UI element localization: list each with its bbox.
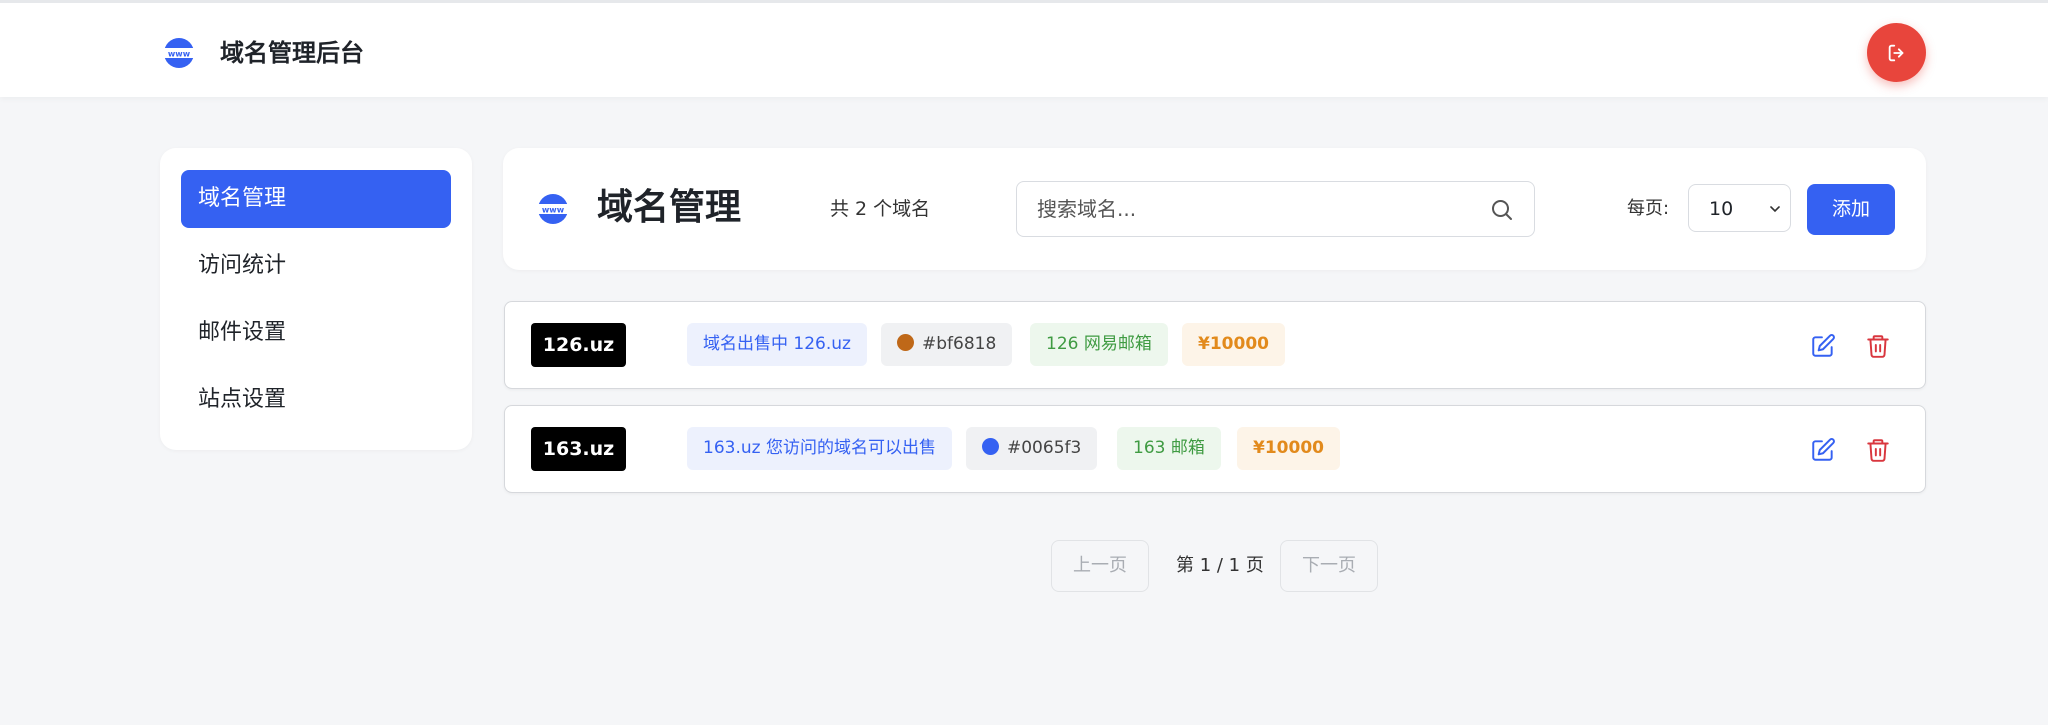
domain-price-tag: ¥10000 bbox=[1237, 427, 1340, 470]
svg-text:www: www bbox=[168, 50, 191, 59]
app-title: 域名管理后台 bbox=[220, 39, 364, 67]
logout-button[interactable] bbox=[1867, 23, 1926, 82]
domain-description-tag: 163.uz 您访问的域名可以出售 bbox=[687, 427, 952, 470]
www-globe-icon: www bbox=[537, 194, 569, 224]
domain-logo-name: 163 bbox=[542, 438, 583, 460]
sidebar-item-site-settings[interactable]: 站点设置 bbox=[181, 371, 451, 429]
next-page-button[interactable]: 下一页 bbox=[1280, 540, 1378, 592]
trash-icon[interactable] bbox=[1865, 333, 1891, 359]
domain-email-tag: 126 网易邮箱 bbox=[1030, 323, 1168, 366]
search-input[interactable] bbox=[1037, 182, 1477, 236]
domain-email-tag: 163 邮箱 bbox=[1117, 427, 1221, 470]
domain-logo-suffix: .uz bbox=[582, 438, 615, 460]
svg-text:www: www bbox=[542, 206, 565, 215]
domain-header-card: www 域名管理 共 2 个域名 每页: 10 添加 bbox=[503, 148, 1926, 270]
domain-logo: 163.uz bbox=[531, 427, 626, 471]
edit-icon[interactable] bbox=[1810, 437, 1836, 463]
domain-color-tag: #bf6818 bbox=[881, 323, 1013, 366]
per-page-value: 10 bbox=[1709, 198, 1734, 220]
domain-color-value: #0065f3 bbox=[1007, 438, 1082, 458]
domain-description-tag: 域名出售中 126.uz bbox=[687, 323, 867, 366]
domain-logo-suffix: .uz bbox=[582, 334, 615, 356]
sidebar: 域名管理 访问统计 邮件设置 站点设置 bbox=[160, 148, 472, 450]
search-icon[interactable] bbox=[1490, 198, 1514, 222]
sidebar-item-mail-settings[interactable]: 邮件设置 bbox=[181, 304, 451, 362]
sidebar-item-visit-stats[interactable]: 访问统计 bbox=[181, 237, 451, 295]
color-swatch bbox=[897, 334, 914, 351]
search-box[interactable] bbox=[1016, 181, 1535, 237]
www-globe-icon: www bbox=[163, 38, 195, 68]
top-bar: www 域名管理后台 bbox=[0, 0, 2048, 97]
domain-count: 共 2 个域名 bbox=[830, 198, 931, 220]
domain-row: 126.uz 域名出售中 126.uz #bf6818 126 网易邮箱 ¥10… bbox=[504, 301, 1926, 389]
domain-row: 163.uz 163.uz 您访问的域名可以出售 #0065f3 163 邮箱 … bbox=[504, 405, 1926, 493]
page-info: 第 1 / 1 页 bbox=[1176, 555, 1264, 576]
sidebar-item-domain-management[interactable]: 域名管理 bbox=[181, 170, 451, 228]
per-page-label: 每页: bbox=[1627, 198, 1670, 219]
domain-color-value: #bf6818 bbox=[922, 334, 997, 354]
edit-icon[interactable] bbox=[1810, 333, 1836, 359]
color-swatch bbox=[982, 438, 999, 455]
prev-page-button[interactable]: 上一页 bbox=[1051, 540, 1149, 592]
page-title: 域名管理 bbox=[597, 187, 742, 228]
domain-color-tag: #0065f3 bbox=[966, 427, 1098, 470]
add-domain-button[interactable]: 添加 bbox=[1807, 184, 1895, 235]
domain-price-tag: ¥10000 bbox=[1182, 323, 1285, 366]
domain-logo: 126.uz bbox=[531, 323, 626, 367]
chevron-down-icon bbox=[1770, 206, 1780, 213]
domain-logo-name: 126 bbox=[542, 334, 583, 356]
logout-icon bbox=[1888, 44, 1903, 61]
trash-icon[interactable] bbox=[1865, 437, 1891, 463]
per-page-select[interactable]: 10 bbox=[1688, 184, 1791, 232]
